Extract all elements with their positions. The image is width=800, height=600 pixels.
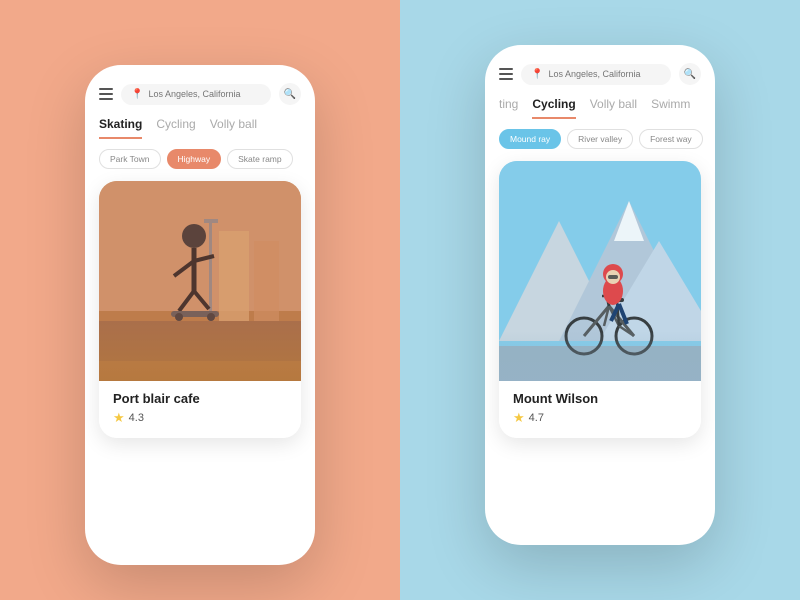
chip-river-valley[interactable]: River valley	[567, 129, 633, 149]
left-card-rating: ★ 4.3	[113, 410, 287, 426]
right-phone: 📍 🔍 ting Cycling Volly ball Swimm Mound …	[485, 45, 715, 545]
right-filter-chips: Mound ray River valley Forest way	[485, 119, 715, 155]
chip-highway[interactable]: Highway	[167, 149, 222, 169]
left-card-title: Port blair cafe	[113, 391, 287, 406]
star-icon: ★	[113, 410, 125, 426]
tab-cycling[interactable]: Cycling	[156, 117, 195, 139]
left-card-info: Port blair cafe ★ 4.3	[99, 381, 301, 438]
right-search-bar[interactable]: 📍	[521, 64, 671, 85]
left-background: 📍 🔍 Skating Cycling Volly ball Park Town…	[0, 0, 400, 600]
pin-icon: 📍	[131, 89, 143, 100]
right-tab-swimming[interactable]: Swimm	[651, 97, 690, 119]
left-tabs: Skating Cycling Volly ball	[85, 113, 315, 139]
hamburger-icon[interactable]	[99, 88, 113, 100]
left-rating-value: 4.3	[129, 412, 144, 424]
right-pin-icon: 📍	[531, 69, 543, 80]
left-filter-chips: Park Town Highway Skate ramp	[85, 139, 315, 175]
right-star-icon: ★	[513, 410, 525, 426]
right-background: 📍 🔍 ting Cycling Volly ball Swimm Mound …	[400, 0, 800, 600]
right-search-input[interactable]	[548, 69, 661, 79]
tab-volleyball[interactable]: Volly ball	[210, 117, 257, 139]
right-search-button[interactable]: 🔍	[679, 63, 701, 85]
left-search-bar[interactable]: 📍	[121, 84, 271, 105]
chip-forest-way[interactable]: Forest way	[639, 129, 703, 149]
right-card-title: Mount Wilson	[513, 391, 687, 406]
right-rating-value: 4.7	[529, 412, 544, 424]
skater-image	[99, 181, 301, 381]
right-tabs: ting Cycling Volly ball Swimm	[485, 93, 715, 119]
search-button[interactable]: 🔍	[279, 83, 301, 105]
right-card-rating: ★ 4.7	[513, 410, 687, 426]
left-header: 📍 🔍	[85, 65, 315, 113]
right-card-info: Mount Wilson ★ 4.7	[499, 381, 701, 438]
right-header: 📍 🔍	[485, 45, 715, 93]
chip-park-town[interactable]: Park Town	[99, 149, 161, 169]
right-tab-ting[interactable]: ting	[499, 97, 518, 119]
left-card[interactable]: Port blair cafe ★ 4.3	[99, 181, 301, 438]
chip-skate-ramp[interactable]: Skate ramp	[227, 149, 292, 169]
left-search-input[interactable]	[148, 89, 261, 99]
chip-mound-ray[interactable]: Mound ray	[499, 129, 561, 149]
right-tab-volleyball[interactable]: Volly ball	[590, 97, 637, 119]
right-tab-cycling[interactable]: Cycling	[532, 97, 575, 119]
right-hamburger-icon[interactable]	[499, 68, 513, 80]
tab-skating[interactable]: Skating	[99, 117, 142, 139]
cyclist-image	[499, 161, 701, 381]
left-phone: 📍 🔍 Skating Cycling Volly ball Park Town…	[85, 65, 315, 565]
right-card[interactable]: Mount Wilson ★ 4.7	[499, 161, 701, 438]
